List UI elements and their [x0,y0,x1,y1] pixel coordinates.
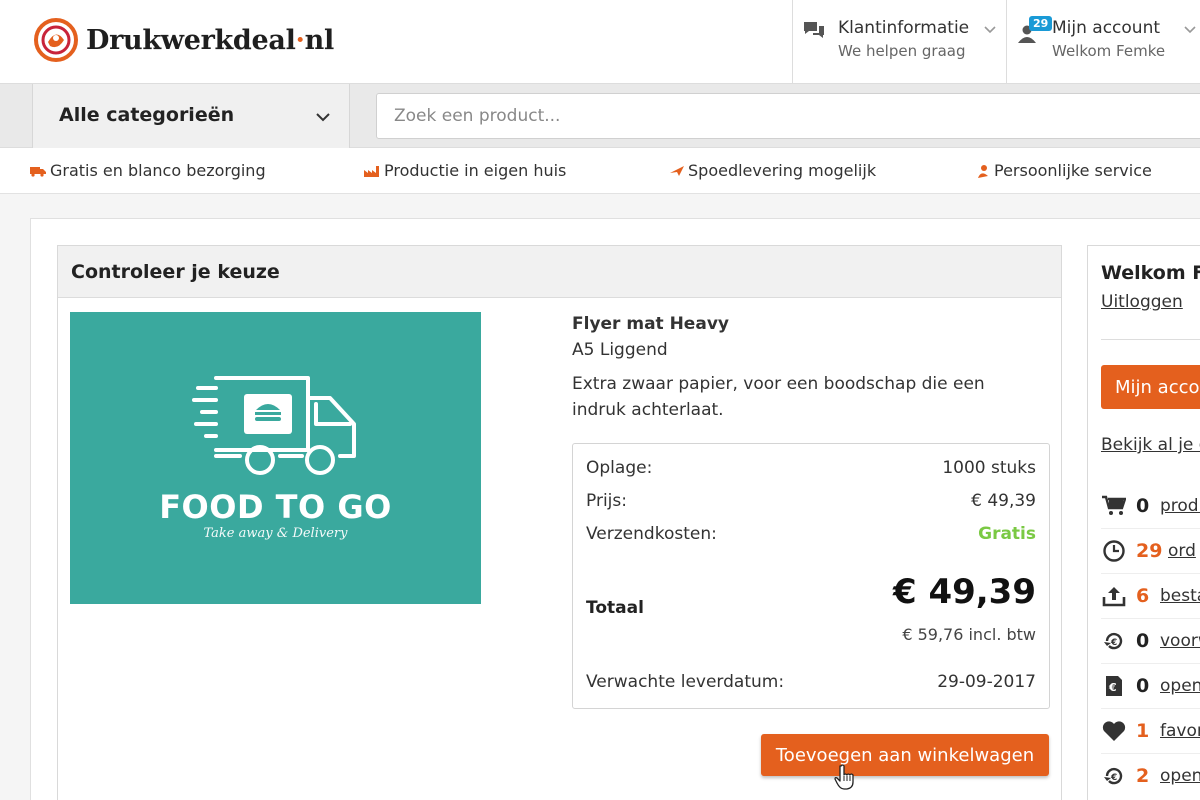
euro-doc-icon: € [1101,673,1127,699]
shipping-value: Gratis [978,524,1036,544]
product-preview-image: FOOD TO GO Take away & Delivery [70,312,481,604]
chat-icon [804,22,824,38]
image-subtitle: Take away & Delivery [203,526,348,541]
total-label: Totaal [586,598,644,618]
customer-info-subtitle: We helpen graag [838,42,966,60]
divider [1101,528,1200,529]
usp-label: Gratis en blanco bezorging [50,161,266,180]
usp-item: Persoonlijke service [976,161,1152,180]
account-title: Mijn account [1052,18,1161,38]
person-icon [978,164,988,178]
logout-link[interactable]: Uitloggen [1101,292,1183,312]
price-value: € 49,39 [971,491,1036,511]
stat-favorites[interactable]: 1 favor [1101,716,1200,746]
stat-count: 29 [1136,540,1163,562]
truck-icon [30,166,46,177]
checkout-review-panel: Controleer je keuze FOOD TO GO Take away… [57,245,1062,800]
usp-item: Productie in eigen huis [364,161,566,180]
delivery-truck-icon [192,376,356,475]
stat-label: open [1160,766,1200,786]
cart-icon [1101,493,1127,519]
price-summary: Oplage: 1000 stuks Prijs: € 49,39 Verzen… [572,443,1050,709]
product-name: Flyer mat Heavy [572,314,729,334]
usp-label: Productie in eigen huis [384,161,567,180]
account-notification-badge: 29 [1029,16,1053,31]
account-welcome: Welkom Femke [1052,42,1166,60]
category-dropdown-label: Alle categorieën [59,104,235,126]
stat-open-payments[interactable]: € 2 open [1101,761,1200,791]
svg-text:€: € [1108,681,1117,694]
stat-files[interactable]: 6 besta [1101,581,1200,611]
stat-count: 0 [1136,495,1150,517]
upload-icon [1101,583,1127,609]
stat-label: open [1160,676,1200,696]
quantity-label: Oplage: [586,458,653,478]
divider [1101,753,1200,754]
delivery-date-label: Verwachte leverdatum: [586,672,785,692]
divider [1101,339,1200,340]
stat-label: besta [1160,586,1200,606]
customer-info-menu[interactable]: Klantinformatie We helpen graag [792,0,1006,84]
delivery-date-value: 29-09-2017 [937,672,1036,692]
usp-label: Persoonlijke service [994,161,1152,180]
divider [1101,708,1200,709]
account-menu[interactable]: 29 Mijn account Welkom Femke [1006,0,1200,84]
site-logo[interactable]: Drukwerkdeal·nl [34,18,334,62]
site-header: Drukwerkdeal·nl Klantinformatie We helpe… [0,0,1200,84]
clock-icon [1101,538,1127,564]
stat-label: ord [1168,541,1196,561]
divider [1101,573,1200,574]
stat-count: 2 [1136,765,1150,787]
chevron-down-icon [1184,26,1196,34]
product-description: Extra zwaar papier, voor een boodschap d… [572,374,985,420]
logo-icon [34,18,78,62]
product-format: A5 Liggend [572,340,668,360]
stat-count: 6 [1136,585,1150,607]
sidebar-welcome: Welkom F [1101,262,1200,284]
stat-count: 1 [1136,720,1150,742]
svg-text:€: € [1110,773,1117,783]
chevron-down-icon [316,113,330,122]
plane-icon [670,165,684,176]
hand-cursor-icon [834,764,854,790]
panel-title: Controleer je keuze [71,261,280,283]
image-title: FOOD TO GO [159,488,392,526]
stat-products[interactable]: 0 produ [1101,491,1200,521]
euro-refresh-icon: € [1101,628,1127,654]
stat-label: produ [1160,496,1200,516]
euro-refresh-icon: € [1101,763,1127,789]
add-to-cart-button[interactable]: Toevoegen aan winkelwagen [761,734,1049,776]
divider [1101,618,1200,619]
factory-icon [364,165,379,177]
total-value: € 49,39 [892,572,1036,612]
chevron-down-icon [984,26,996,34]
search-input[interactable] [376,93,1200,139]
category-search-bar: Alle categorieën [0,84,1200,148]
panel-header: Controleer je keuze [58,246,1061,298]
total-incl-vat: € 59,76 incl. btw [902,625,1036,644]
usp-item: Spoedlevering mogelijk [670,161,876,180]
usp-bar: Gratis en blanco bezorging Productie in … [0,148,1200,194]
stat-label: voorw [1160,631,1200,651]
stat-prepayments[interactable]: € 0 voorw [1101,626,1200,656]
category-dropdown[interactable]: Alle categorieën [32,84,350,148]
stat-count: 0 [1136,630,1150,652]
divider [1101,663,1200,664]
stat-label: favor [1160,721,1200,741]
usp-label: Spoedlevering mogelijk [688,161,877,180]
shipping-label: Verzendkosten: [586,524,717,544]
price-label: Prijs: [586,491,627,511]
heart-icon [1101,718,1127,744]
logo-text: Drukwerkdeal·nl [86,24,334,56]
usp-item: Gratis en blanco bezorging [30,161,266,180]
stat-open-invoices[interactable]: € 0 open [1101,671,1200,701]
quantity-value: 1000 stuks [942,458,1036,478]
account-sidebar: Welkom F Uitloggen Mijn acco Bekijk al j… [1087,245,1200,800]
my-account-button[interactable]: Mijn acco [1101,365,1200,409]
view-all-link[interactable]: Bekijk al je o [1101,435,1200,455]
stat-orders[interactable]: 29 ord [1101,536,1196,566]
customer-info-title: Klantinformatie [838,18,970,38]
stat-count: 0 [1136,675,1150,697]
svg-text:€: € [1110,638,1117,648]
